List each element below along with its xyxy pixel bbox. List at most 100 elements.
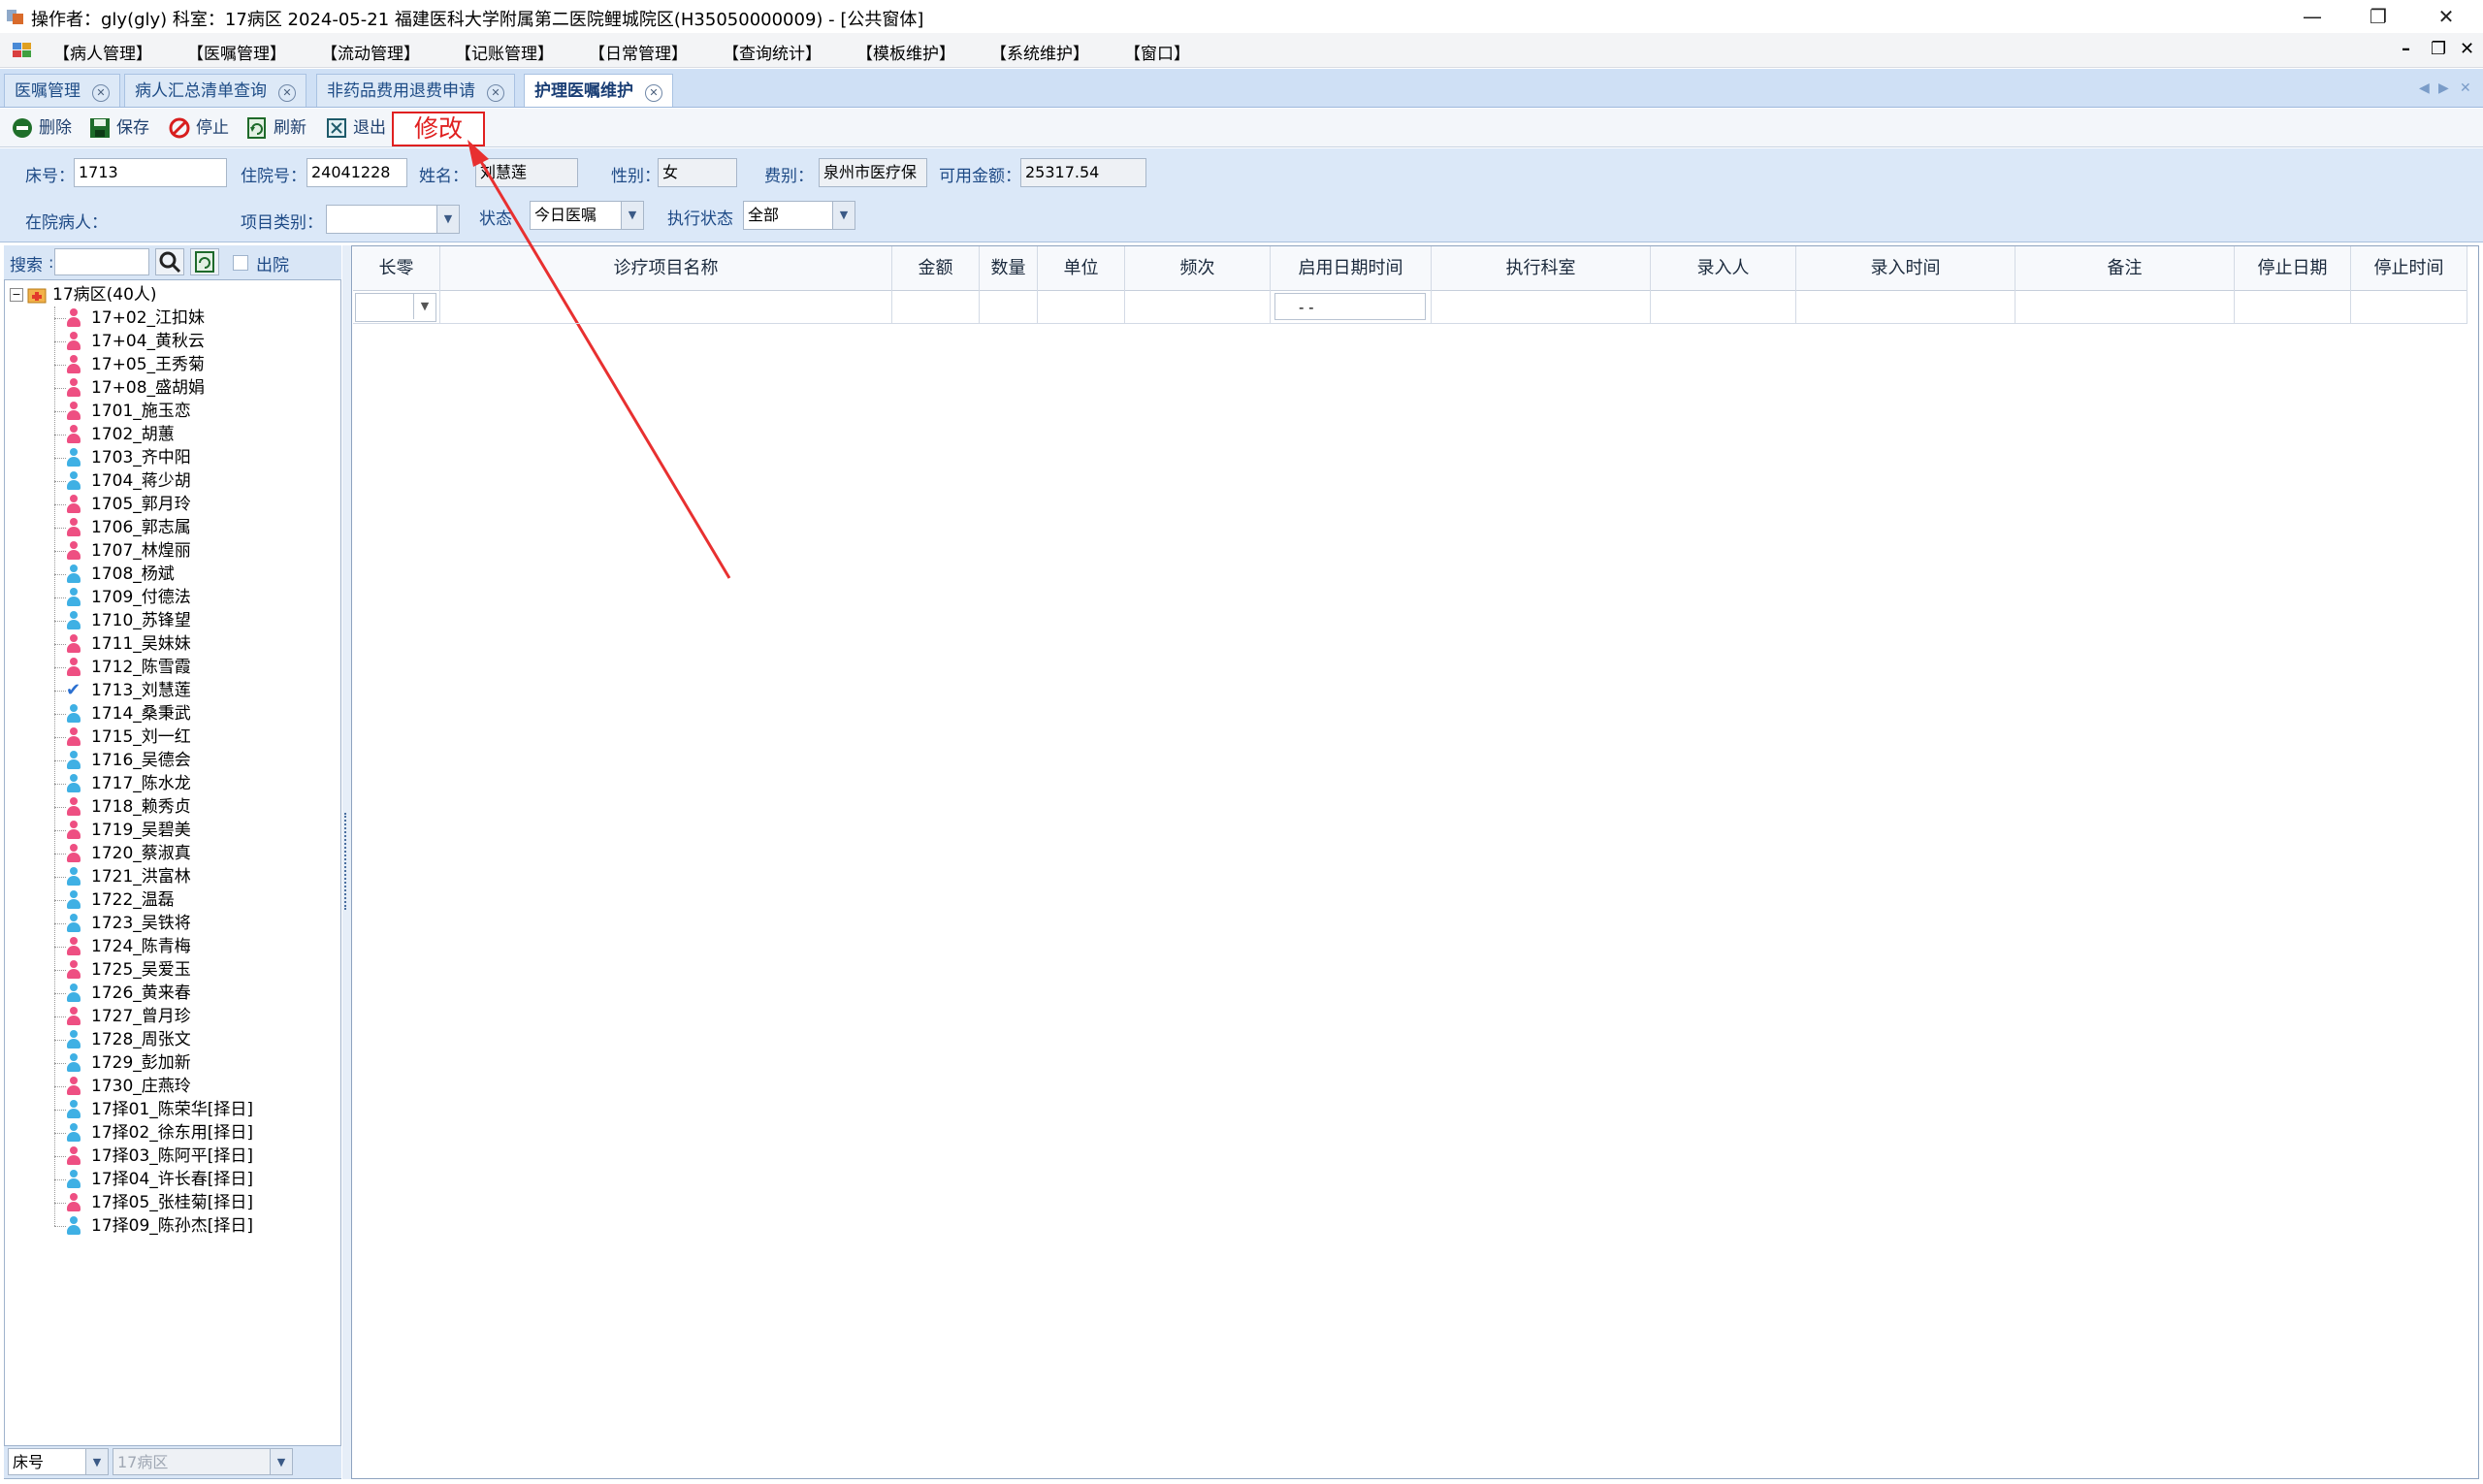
menu-system-maintenance[interactable]: 【系统维护】: [990, 40, 1089, 64]
grid-cell[interactable]: [2015, 291, 2235, 324]
chevron-down-icon[interactable]: ▼: [832, 202, 855, 229]
tree-root-ward[interactable]: − 17病区(40人): [10, 283, 339, 306]
menu-flow-management[interactable]: 【流动管理】: [321, 40, 420, 64]
grid-cell[interactable]: [892, 291, 980, 324]
tab-close-icon[interactable]: ✕: [487, 84, 504, 102]
patient-tree-item[interactable]: 1725_吴爱玉: [10, 958, 339, 982]
search-button[interactable]: [155, 248, 184, 275]
column-header[interactable]: 启用日期时间: [1271, 246, 1432, 291]
patient-tree-item[interactable]: 17择09_陈孙杰[择日]: [10, 1214, 339, 1238]
tab-nondrug-refund[interactable]: 非药品费用退费申请 ✕: [316, 74, 515, 107]
menu-window[interactable]: 【窗口】: [1124, 40, 1190, 64]
patient-tree-item[interactable]: 1723_吴铁将: [10, 912, 339, 935]
column-header[interactable]: 长零: [353, 246, 440, 291]
patient-tree-item[interactable]: 1724_陈青梅: [10, 935, 339, 958]
patient-tree-item[interactable]: 1714_桑秉武: [10, 702, 339, 726]
patient-tree-item[interactable]: 1704_蒋少胡: [10, 469, 339, 493]
patient-tree-item[interactable]: 17择03_陈阿平[择日]: [10, 1145, 339, 1168]
window-maximize-button[interactable]: ❐: [2345, 0, 2411, 33]
item-category-select[interactable]: ▼: [326, 205, 460, 234]
exec-status-select[interactable]: 全部 ▼: [743, 201, 855, 230]
patient-tree-item[interactable]: 1729_彭加新: [10, 1051, 339, 1075]
patient-tree-item[interactable]: 17+05_王秀菊: [10, 353, 339, 376]
long-term-select[interactable]: ▼: [355, 293, 436, 322]
grid-cell[interactable]: [1796, 291, 2015, 324]
status-select[interactable]: 今日医嘱 ▼: [530, 201, 644, 230]
grid-cell[interactable]: [440, 291, 892, 324]
grid-cell[interactable]: [1651, 291, 1796, 324]
tab-patient-summary[interactable]: 病人汇总清单查询 ✕: [124, 74, 306, 107]
tab-close-icon[interactable]: ✕: [278, 84, 296, 102]
chevron-down-icon[interactable]: ▼: [436, 206, 459, 233]
tab-nursing-order-maintenance[interactable]: 护理医嘱维护 ✕: [524, 74, 673, 107]
patient-tree-item[interactable]: 1718_赖秀贞: [10, 795, 339, 819]
patient-tree-item[interactable]: 1719_吴碧美: [10, 819, 339, 842]
patient-tree-item[interactable]: 1708_杨斌: [10, 563, 339, 586]
patient-tree-item[interactable]: ✔ 1713_刘慧莲: [10, 679, 339, 702]
patient-tree-item[interactable]: 1730_庄燕玲: [10, 1075, 339, 1098]
refresh-list-button[interactable]: [190, 248, 219, 275]
column-header[interactable]: 执行科室: [1432, 246, 1651, 291]
patient-tree-item[interactable]: 17择02_徐东用[择日]: [10, 1121, 339, 1145]
patient-tree-item[interactable]: 1720_蔡淑真: [10, 842, 339, 865]
patient-tree-item[interactable]: 1711_吴妹妹: [10, 632, 339, 656]
column-header[interactable]: 录入时间: [1796, 246, 2015, 291]
chevron-down-icon[interactable]: ▼: [413, 294, 435, 319]
patient-tree-item[interactable]: 1721_洪富林: [10, 865, 339, 888]
sort-by-select[interactable]: 床号 ▼: [8, 1448, 109, 1475]
window-close-button[interactable]: ✕: [2413, 0, 2479, 33]
patient-tree-item[interactable]: 1706_郭志属: [10, 516, 339, 539]
splitter-grip[interactable]: [344, 813, 349, 910]
mdi-restore-button[interactable]: ❐: [2431, 39, 2446, 59]
patient-tree-item[interactable]: 17+02_江扣妹: [10, 306, 339, 330]
patient-tree-item[interactable]: 1701_施玉恋: [10, 400, 339, 423]
column-header[interactable]: 数量: [980, 246, 1038, 291]
tab-close-icon[interactable]: ✕: [92, 84, 110, 102]
tab-order-management[interactable]: 医嘱管理 ✕: [4, 74, 120, 107]
refresh-button[interactable]: 刷新: [246, 113, 306, 143]
column-header[interactable]: 频次: [1125, 246, 1271, 291]
menu-daily-management[interactable]: 【日常管理】: [589, 40, 688, 64]
ward-select[interactable]: 17病区 ▼: [113, 1448, 293, 1475]
column-header[interactable]: 备注: [2015, 246, 2235, 291]
column-header[interactable]: 停止时间: [2351, 246, 2467, 291]
column-header[interactable]: 录入人: [1651, 246, 1796, 291]
patient-tree-item[interactable]: 1715_刘一红: [10, 726, 339, 749]
menu-template-maintenance[interactable]: 【模板维护】: [856, 40, 955, 64]
patient-tree-item[interactable]: 1722_温磊: [10, 888, 339, 912]
mdi-minimize-button[interactable]: –: [2402, 39, 2410, 59]
grid-cell[interactable]: [2351, 291, 2467, 324]
grid-cell[interactable]: ▼: [353, 291, 440, 324]
delete-button[interactable]: 删除: [12, 113, 72, 143]
patient-tree-item[interactable]: 1727_曾月珍: [10, 1005, 339, 1028]
patient-tree-item[interactable]: 1728_周张文: [10, 1028, 339, 1051]
grid-cell[interactable]: [1432, 291, 1651, 324]
patient-tree-item[interactable]: 1726_黄来春: [10, 982, 339, 1005]
menu-billing-management[interactable]: 【记账管理】: [455, 40, 554, 64]
chevron-down-icon[interactable]: ▼: [85, 1449, 108, 1474]
grid-cell[interactable]: [980, 291, 1038, 324]
column-header[interactable]: 单位: [1038, 246, 1125, 291]
discharged-checkbox[interactable]: [233, 255, 248, 271]
mdi-close-button[interactable]: ✕: [2460, 39, 2474, 59]
tab-prev-icon[interactable]: ◀: [2419, 81, 2430, 96]
collapse-icon[interactable]: −: [10, 288, 23, 302]
save-button[interactable]: 保存: [89, 113, 149, 143]
window-minimize-button[interactable]: —: [2279, 0, 2345, 33]
column-header[interactable]: 金额: [892, 246, 980, 291]
patient-tree-item[interactable]: 1712_陈雪霞: [10, 656, 339, 679]
patient-tree-item[interactable]: 17择05_张桂菊[择日]: [10, 1191, 339, 1214]
grid-cell[interactable]: [2235, 291, 2351, 324]
menu-order-management[interactable]: 【医嘱管理】: [187, 40, 286, 64]
admission-number-field[interactable]: 24041228: [306, 158, 407, 187]
grid-cell[interactable]: [1038, 291, 1125, 324]
patient-tree-item[interactable]: 1709_付德法: [10, 586, 339, 609]
chevron-down-icon[interactable]: ▼: [270, 1449, 292, 1474]
grid-cell[interactable]: [1125, 291, 1271, 324]
patient-tree-item[interactable]: 1702_胡蕙: [10, 423, 339, 446]
patient-tree-item[interactable]: 17择01_陈荣华[择日]: [10, 1098, 339, 1121]
patient-tree-item[interactable]: 1703_齐中阳: [10, 446, 339, 469]
tab-close-icon[interactable]: ✕: [645, 84, 662, 102]
menu-query-statistics[interactable]: 【查询统计】: [723, 40, 822, 64]
chevron-down-icon[interactable]: ▼: [621, 202, 643, 229]
